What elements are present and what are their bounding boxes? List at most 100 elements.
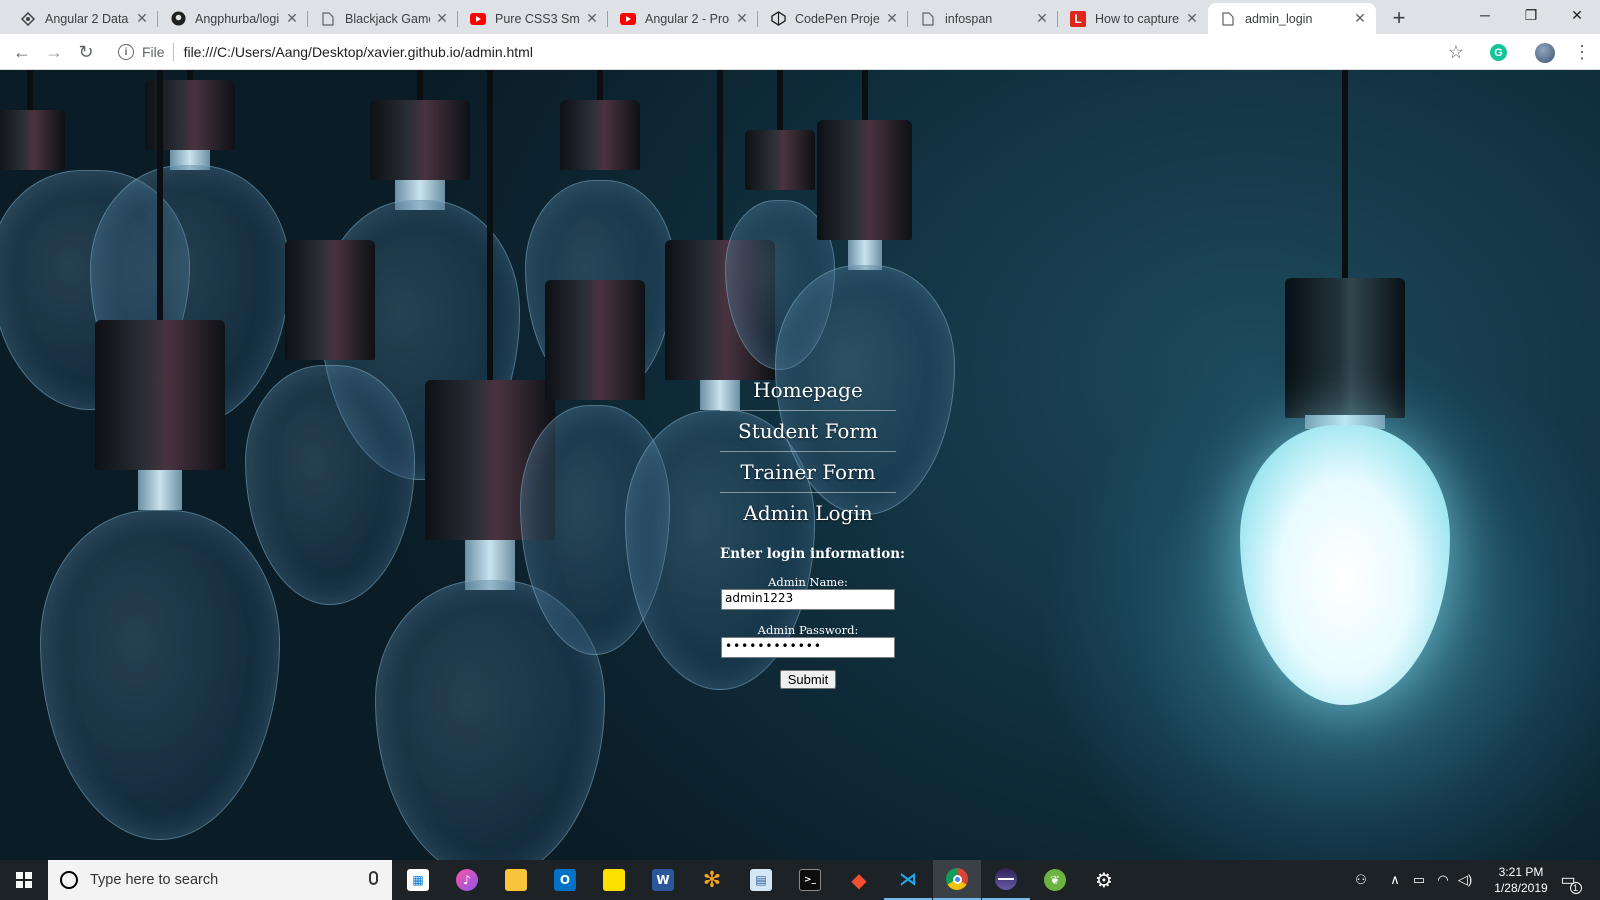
outlook-app[interactable]: O xyxy=(541,860,589,900)
outlook-icon: O xyxy=(554,869,576,891)
windows-logo-icon xyxy=(16,872,32,888)
clock-date: 1/28/2019 xyxy=(1494,881,1548,895)
close-icon[interactable]: ✕ xyxy=(584,10,600,27)
vscode-app[interactable]: ⋊ xyxy=(884,860,932,900)
new-tab-button[interactable]: + xyxy=(1385,5,1413,31)
browser-menu-icon[interactable]: ⋮ xyxy=(1572,38,1592,66)
generic-app[interactable]: ▤ xyxy=(737,860,785,900)
terminal-app[interactable]: >_ xyxy=(786,860,834,900)
tab-infospan[interactable]: infospan ✕ xyxy=(908,3,1058,34)
tab-title: Angular 2 - Prop xyxy=(645,11,730,26)
admin-name-label: Admin Name: xyxy=(768,575,848,589)
login-panel: Homepage Student Form Trainer Form Admin… xyxy=(720,370,905,689)
restore-button[interactable]: ❐ xyxy=(1508,0,1554,30)
tab-codepen[interactable]: CodePen Project ✕ xyxy=(758,3,908,34)
close-icon[interactable]: ✕ xyxy=(1184,10,1200,27)
admin-password-input[interactable]: •••••••••••• xyxy=(721,637,895,658)
taskbar-search-box[interactable]: Type here to search xyxy=(48,860,392,900)
back-button[interactable]: ← xyxy=(8,38,36,66)
l-logo-icon: L xyxy=(1070,10,1086,27)
info-icon[interactable]: i xyxy=(118,44,134,60)
angular-icon xyxy=(20,11,36,27)
submit-button[interactable]: Submit xyxy=(779,670,837,689)
codepen-icon xyxy=(770,11,786,27)
nav-homepage-link[interactable]: Homepage xyxy=(720,370,896,411)
git-app[interactable]: ◆ xyxy=(835,860,883,900)
eclipse-icon xyxy=(995,868,1017,890)
minimize-button[interactable]: ─ xyxy=(1462,0,1508,30)
nav-student-form-link[interactable]: Student Form xyxy=(720,411,896,452)
eclipse-app[interactable] xyxy=(982,860,1030,900)
start-button[interactable] xyxy=(0,860,48,900)
tab-blackjack[interactable]: Blackjack Game ✕ xyxy=(308,3,458,34)
close-icon[interactable]: ✕ xyxy=(734,10,750,27)
clock-time: 3:21 PM xyxy=(1498,865,1544,879)
notification-center-icon[interactable]: ▭ 1 xyxy=(1556,868,1582,894)
admin-name-input[interactable]: admin1223 xyxy=(721,589,895,610)
people-icon[interactable]: ⚇ xyxy=(1348,860,1374,900)
asterisk-app[interactable]: ✻ xyxy=(688,860,736,900)
reload-button[interactable]: ↻ xyxy=(72,38,100,66)
youtube-icon xyxy=(470,11,486,27)
close-icon[interactable]: ✕ xyxy=(884,10,900,27)
address-bar[interactable]: i File file:///C:/Users/Aang/Desktop/xav… xyxy=(106,38,1546,66)
page-icon xyxy=(920,11,936,27)
folder-icon xyxy=(505,869,527,891)
battery-icon[interactable]: ▭ xyxy=(1408,860,1430,900)
file-explorer-app[interactable] xyxy=(492,860,540,900)
grammarly-extension-icon[interactable]: G xyxy=(1490,44,1507,61)
gear-icon: ⚙ xyxy=(1095,868,1113,892)
address-scheme: File xyxy=(142,44,165,60)
close-icon[interactable]: ✕ xyxy=(284,10,300,27)
terminal-icon: >_ xyxy=(799,869,821,891)
sticky-notes-icon xyxy=(603,869,625,891)
tab-title: How to capture xyxy=(1095,11,1180,26)
address-url: file:///C:/Users/Aang/Desktop/xavier.git… xyxy=(183,44,533,60)
taskbar-clock[interactable]: 3:21 PM 1/28/2019 xyxy=(1478,864,1564,896)
nav-admin-login-link[interactable]: Admin Login xyxy=(720,493,896,534)
chevron-up-icon[interactable]: ∧ xyxy=(1384,860,1406,900)
youtube-icon xyxy=(620,11,636,27)
tab-title: infospan xyxy=(945,11,993,26)
asterisk-icon: ✻ xyxy=(702,867,722,893)
profile-avatar[interactable] xyxy=(1535,43,1555,63)
sticky-notes-app[interactable] xyxy=(590,860,638,900)
itunes-app[interactable]: ♪ xyxy=(443,860,491,900)
chrome-app[interactable] xyxy=(933,860,981,900)
store-app[interactable]: ▦ xyxy=(394,860,442,900)
settings-app[interactable]: ⚙ xyxy=(1080,860,1128,900)
bookmark-star-icon[interactable]: ☆ xyxy=(1442,38,1470,66)
word-app[interactable]: W xyxy=(639,860,687,900)
tab-pure-css3[interactable]: Pure CSS3 Smoo ✕ xyxy=(458,3,608,34)
close-icon[interactable]: ✕ xyxy=(1034,10,1050,27)
microphone-icon[interactable] xyxy=(369,871,378,885)
tab-angular-data[interactable]: Angular 2 Data B ✕ xyxy=(8,3,158,34)
close-icon[interactable]: ✕ xyxy=(1352,10,1368,27)
page-icon xyxy=(1220,11,1236,27)
spring-app[interactable]: ❦ xyxy=(1031,860,1079,900)
address-divider xyxy=(172,43,174,61)
store-icon: ▦ xyxy=(407,869,429,891)
tab-strip: Angular 2 Data B ✕ Angphurba/logi ✕ Blac… xyxy=(0,0,1600,34)
tab-how-to-capture[interactable]: L How to capture ✕ xyxy=(1058,3,1208,34)
vscode-icon: ⋊ xyxy=(899,868,917,890)
search-placeholder: Type here to search xyxy=(90,872,219,888)
close-icon[interactable]: ✕ xyxy=(434,10,450,27)
wifi-icon[interactable]: ◠ xyxy=(1432,860,1454,900)
word-icon: W xyxy=(652,869,674,891)
itunes-icon: ♪ xyxy=(456,869,478,891)
close-icon[interactable]: ✕ xyxy=(134,10,150,27)
forward-button[interactable]: → xyxy=(40,38,68,66)
tab-title: Blackjack Game xyxy=(345,11,430,26)
cortana-icon xyxy=(60,871,78,889)
page-icon xyxy=(320,11,336,27)
spring-leaf-icon: ❦ xyxy=(1044,869,1066,891)
tab-title: Pure CSS3 Smoo xyxy=(495,11,580,26)
nav-trainer-form-link[interactable]: Trainer Form xyxy=(720,452,896,493)
close-window-button[interactable]: ✕ xyxy=(1554,0,1600,30)
tab-admin-login[interactable]: admin_login ✕ xyxy=(1208,3,1376,34)
tab-angular-prop[interactable]: Angular 2 - Prop ✕ xyxy=(608,3,758,34)
volume-icon[interactable]: ◁) xyxy=(1454,860,1476,900)
tab-github[interactable]: Angphurba/logi ✕ xyxy=(158,3,308,34)
chrome-icon xyxy=(946,868,968,890)
